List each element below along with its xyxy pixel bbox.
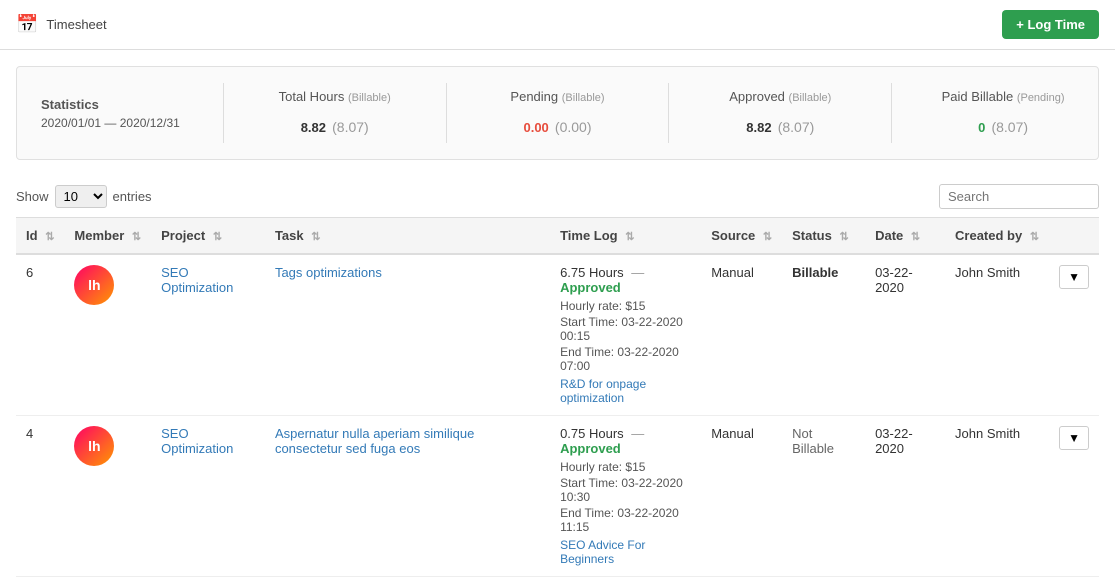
entries-label: entries xyxy=(113,189,152,204)
cell-status: Not Billable xyxy=(782,416,865,577)
time-dash: — xyxy=(631,426,644,441)
cell-created-by: John Smith xyxy=(945,254,1049,416)
header: 📅 Timesheet + Log Time xyxy=(0,0,1115,50)
timesheet-table: Id ⇅ Member ⇅ Project ⇅ Task ⇅ Time Log … xyxy=(16,217,1099,577)
table-header-row: Id ⇅ Member ⇅ Project ⇅ Task ⇅ Time Log … xyxy=(16,218,1099,255)
stats-date: 2020/01/01 — 2020/12/31 xyxy=(41,116,183,130)
search-input[interactable] xyxy=(939,184,1099,209)
avatar: lh xyxy=(74,426,114,466)
stat-approved-value: 8.82 (8.07) xyxy=(709,112,851,138)
cell-project: SEO Optimization xyxy=(151,416,265,577)
cell-source: Manual xyxy=(701,254,782,416)
cell-action: ▼ xyxy=(1049,416,1099,577)
table-row: 4 lh SEO Optimization Aspernatur nulla a… xyxy=(16,416,1099,577)
end-time: End Time: 03-22-2020 07:00 xyxy=(560,345,691,373)
col-project[interactable]: Project ⇅ xyxy=(151,218,265,255)
cell-project: SEO Optimization xyxy=(151,254,265,416)
project-link[interactable]: SEO Optimization xyxy=(161,426,233,456)
sort-icon-timelog: ⇅ xyxy=(625,231,634,243)
col-source[interactable]: Source ⇅ xyxy=(701,218,782,255)
sort-icon-id: ⇅ xyxy=(45,231,54,243)
stat-pending-title: Pending (Billable) xyxy=(487,89,629,104)
sort-icon-source: ⇅ xyxy=(763,231,772,243)
cell-date: 03-22-2020 xyxy=(865,416,945,577)
stat-pending-value: 0.00 (0.00) xyxy=(487,112,629,138)
stat-paid-billable: Paid Billable (Pending) 0 (8.07) xyxy=(932,89,1074,138)
table-controls: Show 10 25 50 100 entries xyxy=(0,176,1115,217)
log-time-button[interactable]: + Log Time xyxy=(1002,10,1099,39)
page-title: Timesheet xyxy=(46,17,106,32)
cell-date: 03-22-2020 xyxy=(865,254,945,416)
sort-icon-status: ⇅ xyxy=(839,231,848,243)
cell-member: lh xyxy=(64,254,151,416)
stat-total-hours-value: 8.82 (8.07) xyxy=(264,112,406,138)
sort-icon-created-by: ⇅ xyxy=(1030,231,1039,243)
stats-label: Statistics xyxy=(41,97,183,112)
col-action xyxy=(1049,218,1099,255)
cell-timelog: 6.75 Hours — Approved Hourly rate: $15 S… xyxy=(550,254,701,416)
sort-icon-project: ⇅ xyxy=(213,231,222,243)
row-dropdown-button[interactable]: ▼ xyxy=(1059,426,1089,450)
cell-task: Tags optimizations xyxy=(265,254,550,416)
col-timelog[interactable]: Time Log ⇅ xyxy=(550,218,701,255)
table-row: 6 lh SEO Optimization Tags optimizations… xyxy=(16,254,1099,416)
stat-approved: Approved (Billable) 8.82 (8.07) xyxy=(709,89,851,138)
stat-divider-3 xyxy=(668,83,669,143)
task-link[interactable]: Tags optimizations xyxy=(275,265,382,280)
sort-icon-member: ⇅ xyxy=(132,231,141,243)
stat-paid-billable-title: Paid Billable (Pending) xyxy=(932,89,1074,104)
col-status[interactable]: Status ⇅ xyxy=(782,218,865,255)
time-status: Approved xyxy=(560,280,621,295)
avatar: lh xyxy=(74,265,114,305)
row-dropdown-button[interactable]: ▼ xyxy=(1059,265,1089,289)
end-time: End Time: 03-22-2020 11:15 xyxy=(560,506,691,534)
stat-total-hours: Total Hours (Billable) 8.82 (8.07) xyxy=(264,89,406,138)
time-dash: — xyxy=(631,265,644,280)
col-member[interactable]: Member ⇅ xyxy=(64,218,151,255)
hourly-rate: Hourly rate: $15 xyxy=(560,460,691,474)
start-time: Start Time: 03-22-2020 00:15 xyxy=(560,315,691,343)
stats-panel: Statistics 2020/01/01 — 2020/12/31 Total… xyxy=(16,66,1099,160)
stat-divider-2 xyxy=(446,83,447,143)
cell-member: lh xyxy=(64,416,151,577)
hourly-rate: Hourly rate: $15 xyxy=(560,299,691,313)
show-entries: Show 10 25 50 100 entries xyxy=(16,185,152,208)
stats-section: Statistics 2020/01/01 — 2020/12/31 xyxy=(41,97,183,130)
cell-created-by: John Smith xyxy=(945,416,1049,577)
cell-id: 6 xyxy=(16,254,64,416)
project-link[interactable]: SEO Optimization xyxy=(161,265,233,295)
stat-paid-billable-value: 0 (8.07) xyxy=(932,112,1074,138)
stat-approved-title: Approved (Billable) xyxy=(709,89,851,104)
note-link[interactable]: SEO Advice For Beginners xyxy=(560,538,691,566)
time-status: Approved xyxy=(560,441,621,456)
start-time: Start Time: 03-22-2020 10:30 xyxy=(560,476,691,504)
note-link[interactable]: R&D for onpage optimization xyxy=(560,377,691,405)
col-task[interactable]: Task ⇅ xyxy=(265,218,550,255)
stat-total-hours-title: Total Hours (Billable) xyxy=(264,89,406,104)
cell-timelog: 0.75 Hours — Approved Hourly rate: $15 S… xyxy=(550,416,701,577)
cell-status: Billable xyxy=(782,254,865,416)
stat-pending: Pending (Billable) 0.00 (0.00) xyxy=(487,89,629,138)
time-hours: 6.75 Hours xyxy=(560,265,624,280)
stat-divider-4 xyxy=(891,83,892,143)
cell-task: Aspernatur nulla aperiam similique conse… xyxy=(265,416,550,577)
show-label: Show xyxy=(16,189,49,204)
time-hours: 0.75 Hours xyxy=(560,426,624,441)
stat-divider-1 xyxy=(223,83,224,143)
calendar-icon: 📅 xyxy=(16,14,38,35)
cell-action: ▼ xyxy=(1049,254,1099,416)
col-id[interactable]: Id ⇅ xyxy=(16,218,64,255)
entries-select[interactable]: 10 25 50 100 xyxy=(55,185,107,208)
sort-icon-task: ⇅ xyxy=(311,231,320,243)
task-link[interactable]: Aspernatur nulla aperiam similique conse… xyxy=(275,426,474,456)
sort-icon-date: ⇅ xyxy=(911,231,920,243)
cell-source: Manual xyxy=(701,416,782,577)
header-title: 📅 Timesheet xyxy=(16,14,107,35)
col-date[interactable]: Date ⇅ xyxy=(865,218,945,255)
cell-id: 4 xyxy=(16,416,64,577)
col-created-by[interactable]: Created by ⇅ xyxy=(945,218,1049,255)
